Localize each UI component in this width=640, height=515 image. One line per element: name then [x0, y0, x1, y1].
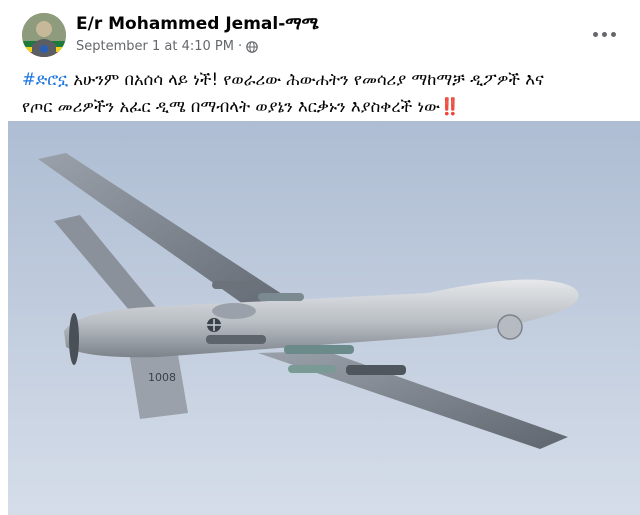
facebook-post: E/r Mohammed Jemal-ማሜ September 1 at 4:1… — [0, 0, 640, 515]
drone-image: 1008 — [8, 121, 640, 515]
hashtag-link[interactable]: #ድሮኗ — [22, 70, 68, 89]
more-options-icon[interactable] — [586, 20, 622, 48]
post-header: E/r Mohammed Jemal-ማሜ September 1 at 4:1… — [0, 0, 640, 64]
post-text-line-2: የጦር መሪዎችን አፈር ዲሜ በማብላት ወያኔን እርቃኑን እያስቀረች… — [22, 97, 440, 116]
post-text-line-1: አሁንም በአሰሳ ላይ ነች! የወራሪው ሕውሐትን የመሳሪያ ማከማቻ … — [68, 70, 544, 89]
tail-code: 1008 — [148, 371, 176, 384]
post-text: #ድሮኗ አሁንም በአሰሳ ላይ ነች! የወራሪው ሕውሐትን የመሳሪያ … — [22, 66, 622, 120]
double-exclamation-icon: ‼️ — [439, 97, 461, 116]
author-avatar[interactable] — [22, 13, 66, 57]
post-photo[interactable]: 1008 — [8, 121, 640, 515]
author-name[interactable]: E/r Mohammed Jemal-ማሜ — [76, 14, 319, 34]
post-timestamp[interactable]: September 1 at 4:10 PM — [76, 39, 234, 54]
meta-separator: · — [237, 39, 243, 54]
globe-icon[interactable] — [246, 40, 258, 53]
post-meta: September 1 at 4:10 PM · — [76, 39, 258, 54]
avatar-image — [22, 13, 66, 57]
